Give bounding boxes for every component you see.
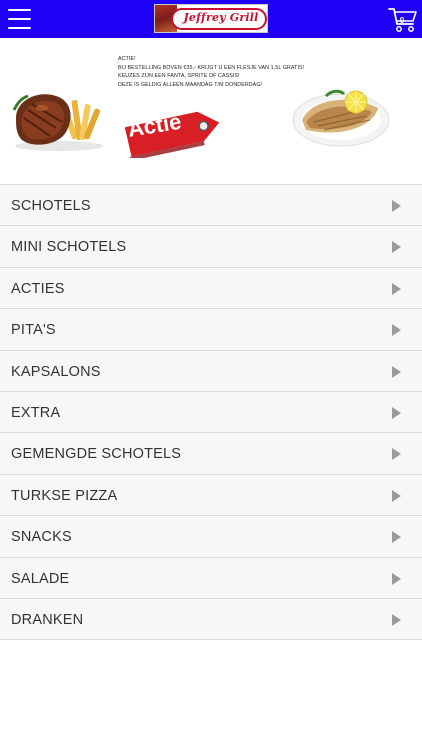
menu-item-label: SALADE (11, 570, 70, 587)
promo-banner[interactable]: ACTIE! BIJ BESTELLING BOVEN €35,- KRIJGT… (0, 38, 422, 184)
chevron-right-icon (392, 241, 401, 254)
logo-text: Jeffrey Grill (183, 11, 259, 24)
menu-item-pitas[interactable]: PITA'S (0, 309, 422, 351)
hamburger-menu-icon[interactable] (8, 9, 31, 29)
menu-item-label: PITA'S (11, 322, 56, 339)
menu-item-label: KAPSALONS (11, 363, 101, 380)
promo-text: ACTIE! BIJ BESTELLING BOVEN €35,- KRIJGT… (118, 55, 305, 89)
menu-item-label: MINI SCHOTELS (11, 239, 127, 256)
chevron-right-icon (392, 406, 401, 419)
top-app-bar: Jeffrey Grill 0 (0, 0, 422, 38)
menu-item-label: EXTRA (11, 404, 61, 421)
jeffrey-grill-logo[interactable]: Jeffrey Grill (154, 4, 268, 33)
menu-item-label: TURKSE PIZZA (11, 487, 118, 504)
chevron-right-icon (392, 324, 401, 337)
menu-item-mini-schotels[interactable]: MINI SCHOTELS (0, 226, 422, 268)
chevron-right-icon (392, 200, 401, 212)
wrap-with-lemon-photo (292, 89, 390, 147)
chevron-right-icon (392, 489, 401, 502)
menu-item-gemengde-schotels[interactable]: GEMENGDE SCHOTELS (0, 433, 422, 475)
menu-item-turkse-pizza[interactable]: TURKSE PIZZA (0, 474, 422, 517)
menu-item-label: SNACKS (11, 529, 72, 546)
menu-item-acties[interactable]: ACTIES (0, 267, 422, 310)
chevron-right-icon (392, 365, 401, 378)
category-menu: SCHOTELS MINI SCHOTELS ACTIES PITA'S KAP… (0, 184, 422, 641)
chevron-right-icon (392, 613, 401, 626)
cart-count-badge: 0 (399, 16, 405, 25)
menu-item-extra[interactable]: EXTRA (0, 391, 422, 434)
menu-item-dranken[interactable]: DRANKEN (0, 598, 422, 641)
menu-item-snacks[interactable]: SNACKS (0, 516, 422, 558)
shopping-cart-icon[interactable]: 0 (388, 7, 418, 33)
menu-item-label: GEMENGDE SCHOTELS (11, 446, 182, 463)
promo-line: KEUZES ZIJN EEN FANTA, SPRITE OF CASSIS! (118, 73, 240, 80)
menu-item-label: SCHOTELS (11, 198, 91, 214)
promo-line: BIJ BESTELLING BOVEN €35,- KRIJGT U EEN … (118, 64, 305, 71)
chevron-right-icon (392, 572, 401, 585)
menu-item-label: ACTIES (11, 280, 65, 297)
steak-with-fries-photo (12, 94, 103, 151)
menu-item-label: DRANKEN (11, 611, 84, 628)
menu-item-salade[interactable]: SALADE (0, 557, 422, 599)
promo-line: DEZE IS GELDIG ALLEEN MAANDAG T/M DONDER… (118, 81, 263, 88)
menu-item-kapsalons[interactable]: KAPSALONS (0, 350, 422, 392)
chevron-right-icon (392, 448, 401, 461)
chevron-right-icon (392, 282, 401, 295)
chevron-right-icon (392, 531, 401, 544)
menu-item-schotels[interactable]: SCHOTELS (0, 185, 422, 227)
promo-line: ACTIE! (118, 56, 136, 62)
